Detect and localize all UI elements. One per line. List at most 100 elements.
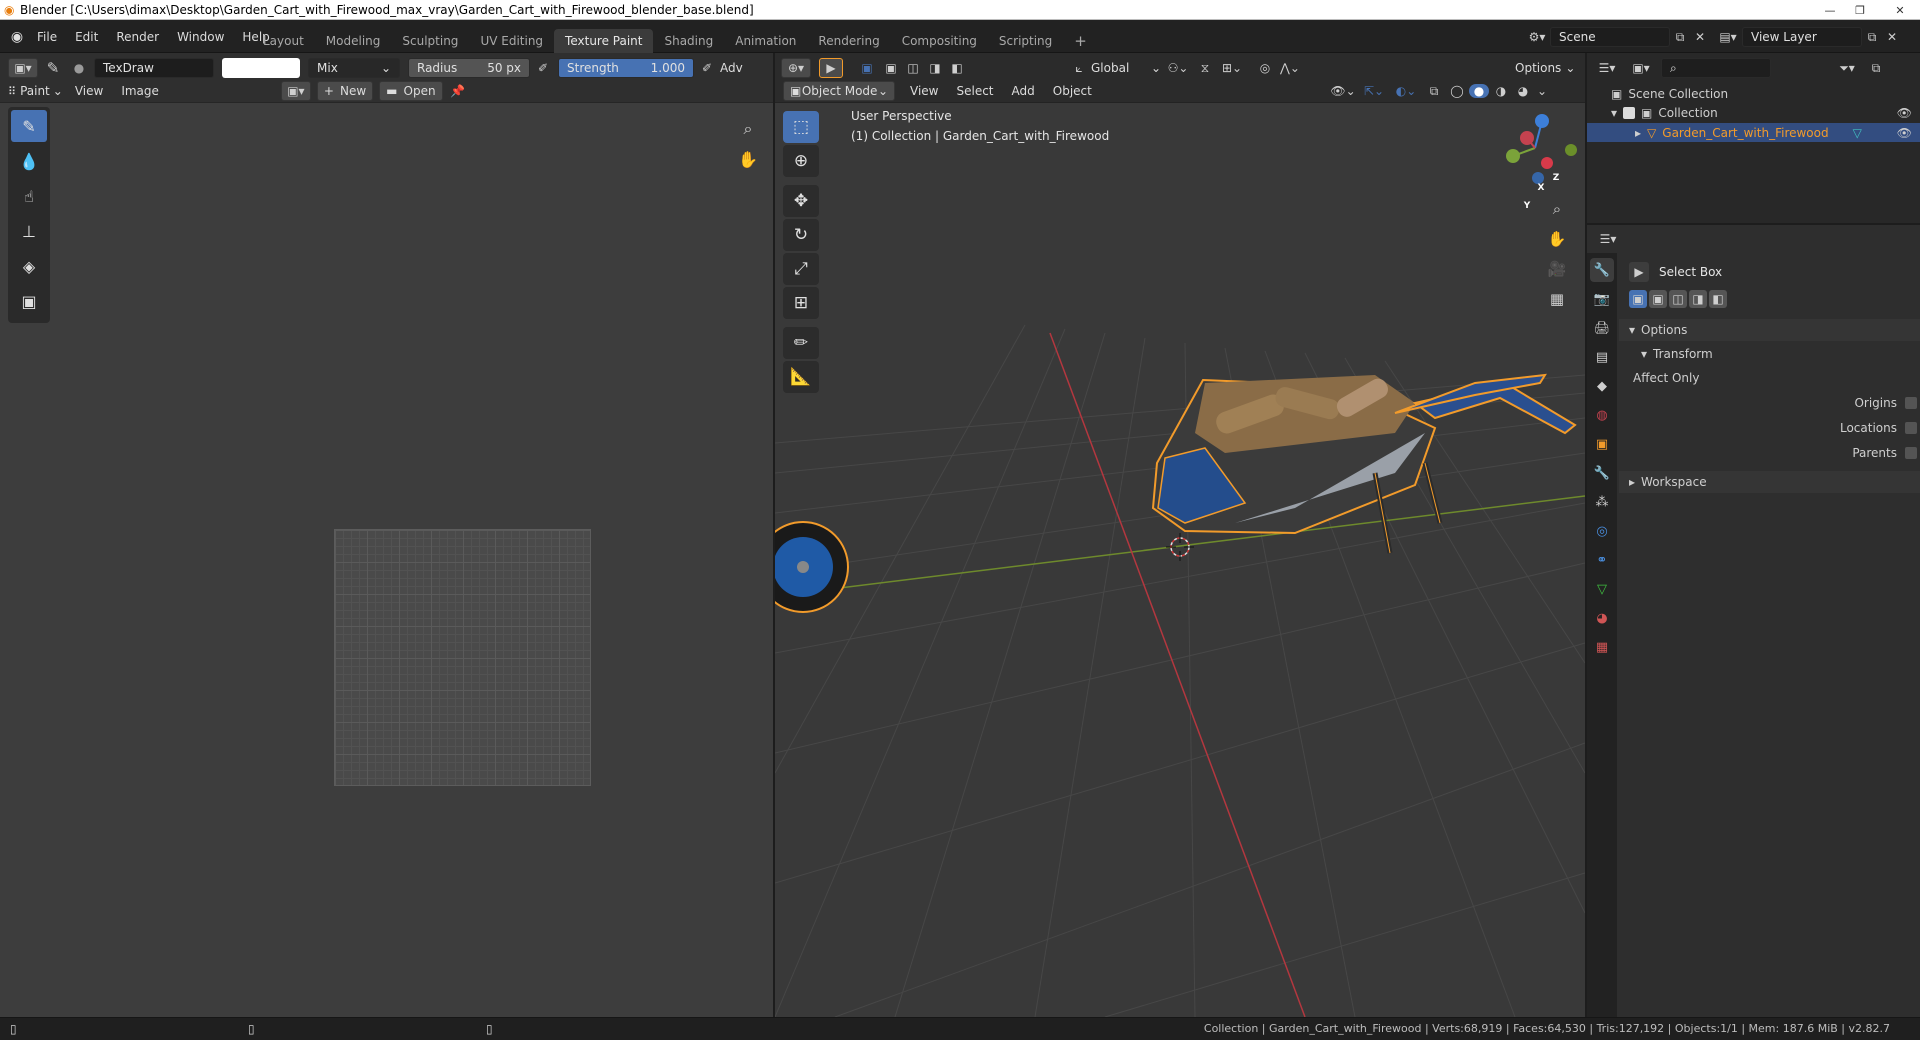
image-editor-canvas-area[interactable]: ⌕ ✋ bbox=[0, 103, 773, 1017]
uv-grid-image[interactable] bbox=[334, 529, 591, 786]
new-collection-icon[interactable]: ⧉ bbox=[1867, 61, 1885, 76]
select-subtract-icon[interactable]: ◫ bbox=[903, 61, 923, 75]
measure-icon[interactable]: 📐 bbox=[783, 361, 819, 393]
view-layer-tab-icon[interactable]: ▤ bbox=[1590, 345, 1614, 369]
modifier-tab-icon[interactable]: 🔧 bbox=[1590, 461, 1614, 485]
radius-slider[interactable]: Radius 50 px bbox=[408, 58, 530, 78]
object-tab-icon[interactable]: ▣ bbox=[1590, 432, 1614, 456]
new-image-button[interactable]: + New bbox=[316, 81, 374, 101]
brush-icon[interactable]: ✎ bbox=[42, 59, 64, 77]
menu-file[interactable]: File bbox=[28, 26, 66, 48]
outliner-row-object[interactable]: ▸ ▽ Garden_Cart_with_Firewood ▽ 👁 bbox=[1587, 123, 1920, 142]
parents-option[interactable]: Parents bbox=[1799, 446, 1917, 460]
display-mode-icon[interactable]: ▣▾ bbox=[1627, 61, 1655, 75]
select-invert-icon[interactable]: ◨ bbox=[925, 61, 945, 75]
shading-rendered-icon[interactable]: ◕ bbox=[1513, 84, 1533, 98]
eye-icon[interactable]: 👁 bbox=[1897, 106, 1912, 120]
filter-icon[interactable]: ⏷▾ bbox=[1833, 61, 1861, 76]
gizmo-toggle-icon[interactable]: ⇱⌄ bbox=[1359, 84, 1389, 98]
mode-subtract-icon[interactable]: ◫ bbox=[1669, 290, 1687, 308]
falloff-icon[interactable]: ⋀⌄ bbox=[1277, 61, 1303, 75]
tab-scripting[interactable]: Scripting bbox=[988, 29, 1063, 53]
expand-arrow-icon[interactable]: ▾ bbox=[1611, 106, 1617, 120]
transform-orientation-select[interactable]: Global ⌄ bbox=[1091, 61, 1161, 75]
render-tab-icon[interactable]: 📷 bbox=[1590, 287, 1614, 311]
view-layer-icon[interactable]: ▤▾ bbox=[1714, 30, 1742, 44]
menu-render[interactable]: Render bbox=[107, 26, 168, 48]
transform-icon[interactable]: ⊞ bbox=[783, 287, 819, 319]
tab-compositing[interactable]: Compositing bbox=[891, 29, 988, 53]
shading-wireframe-icon[interactable]: ◯ bbox=[1447, 84, 1467, 98]
scene-tab-icon[interactable]: ◆ bbox=[1590, 374, 1614, 398]
outliner-editor-type-icon[interactable]: ☰▾ bbox=[1593, 61, 1621, 75]
scene-field[interactable]: Scene bbox=[1550, 27, 1670, 47]
material-tab-icon[interactable]: ◕ bbox=[1590, 606, 1614, 630]
tab-layout[interactable]: Layout bbox=[252, 29, 315, 53]
shading-solid-icon[interactable]: ● bbox=[1469, 84, 1489, 98]
parents-checkbox[interactable] bbox=[1905, 447, 1917, 459]
tool-tab-icon[interactable]: 🔧 bbox=[1590, 258, 1614, 282]
mask-icon[interactable]: ▣ bbox=[11, 285, 47, 317]
radius-pressure-icon[interactable]: ✐ bbox=[534, 61, 552, 75]
delete-view-layer-icon[interactable]: ✕ bbox=[1882, 30, 1902, 44]
locations-option[interactable]: Locations bbox=[1799, 421, 1917, 435]
xray-icon[interactable]: ⧉ bbox=[1423, 84, 1445, 99]
image-browse-icon[interactable]: ▣▾ bbox=[280, 81, 311, 101]
draw-brush-icon[interactable]: ✎ bbox=[11, 110, 47, 142]
mode-intersect-icon[interactable]: ◧ bbox=[1709, 290, 1727, 308]
shading-material-icon[interactable]: ◑ bbox=[1491, 84, 1511, 98]
paint-mode-select[interactable]: ⠿ Paint ⌄ bbox=[8, 84, 63, 98]
open-image-button[interactable]: ▬ Open bbox=[379, 81, 443, 101]
outliner-row-scene-collection[interactable]: ▣ Scene Collection bbox=[1611, 85, 1728, 103]
physics-tab-icon[interactable]: ◎ bbox=[1590, 519, 1614, 543]
blend-mode-select[interactable]: Mix ⌄ bbox=[308, 58, 400, 78]
smear-icon[interactable]: ☝ bbox=[11, 180, 47, 212]
blender-menu-icon[interactable]: ◉ bbox=[6, 29, 28, 45]
scale-icon[interactable]: ⤢ bbox=[783, 253, 819, 285]
menu-edit[interactable]: Edit bbox=[66, 26, 107, 48]
grid-view-icon[interactable]: ▦ bbox=[1543, 285, 1571, 313]
zoom-icon[interactable]: ⌕ bbox=[734, 115, 762, 143]
minimize-icon[interactable]: — bbox=[1815, 0, 1845, 20]
menu-window[interactable]: Window bbox=[168, 26, 233, 48]
origins-checkbox[interactable] bbox=[1905, 397, 1917, 409]
rotate-icon[interactable]: ↻ bbox=[783, 219, 819, 251]
pivot-icon[interactable]: ⚇⌄ bbox=[1163, 61, 1193, 75]
origins-option[interactable]: Origins bbox=[1799, 396, 1917, 410]
editor-type-icon[interactable]: ▣▾ bbox=[8, 58, 38, 78]
brush-dot-icon[interactable]: ● bbox=[68, 61, 90, 75]
new-view-layer-icon[interactable]: ⧉ bbox=[1862, 30, 1882, 45]
close-icon[interactable]: ✕ bbox=[1880, 0, 1920, 20]
strength-slider[interactable]: Strength 1.000 bbox=[558, 58, 694, 78]
outliner-search-input[interactable]: ⌕ bbox=[1661, 58, 1771, 78]
select-intersect-icon[interactable]: ◧ bbox=[947, 61, 967, 75]
menu-view[interactable]: View bbox=[903, 80, 945, 102]
mode-set-icon[interactable]: ▣ bbox=[1629, 290, 1647, 308]
snap-icon[interactable]: ⧖ bbox=[1195, 61, 1215, 76]
new-scene-icon[interactable]: ⧉ bbox=[1670, 30, 1690, 45]
move-icon[interactable]: ✥ bbox=[783, 185, 819, 217]
brush-color-swatch[interactable] bbox=[222, 58, 300, 78]
proportional-edit-icon[interactable]: ◎ bbox=[1255, 61, 1275, 75]
cursor-icon[interactable]: ⊕ bbox=[783, 145, 819, 177]
particles-tab-icon[interactable]: ⁂ bbox=[1590, 490, 1614, 514]
3d-viewport[interactable]: Z Y X ⊕▾ ▶ ▣ ▣ ◫ ◨ ◧ ⟀ Global ⌄ ⚇⌄ ⧖ ⊞⌄ ◎… bbox=[775, 53, 1585, 1017]
tab-rendering[interactable]: Rendering bbox=[807, 29, 890, 53]
scene-icon[interactable]: ⚙▾ bbox=[1524, 30, 1550, 44]
select-mode-icon[interactable]: ▶ bbox=[819, 58, 843, 78]
fill-bucket-icon[interactable]: ◈ bbox=[11, 250, 47, 282]
constraints-tab-icon[interactable]: ⚭ bbox=[1590, 548, 1614, 572]
locations-checkbox[interactable] bbox=[1905, 422, 1917, 434]
view-layer-field[interactable]: View Layer bbox=[1742, 27, 1862, 47]
tab-shading[interactable]: Shading bbox=[653, 29, 724, 53]
visibility-icon[interactable]: 👁⌄ bbox=[1329, 84, 1357, 98]
pin-icon[interactable]: 📌 bbox=[449, 84, 467, 98]
exclude-checkbox[interactable] bbox=[1623, 107, 1636, 119]
soften-icon[interactable]: 💧 bbox=[11, 145, 47, 177]
menu-view[interactable]: View bbox=[69, 80, 109, 102]
pan-hand-icon[interactable]: ✋ bbox=[734, 145, 762, 173]
tab-uv-editing[interactable]: UV Editing bbox=[469, 29, 554, 53]
orientation-icon[interactable]: ⟀ bbox=[1069, 61, 1089, 76]
options-menu[interactable]: Options ⌄ bbox=[1515, 61, 1575, 75]
mode-invert-icon[interactable]: ◨ bbox=[1689, 290, 1707, 308]
